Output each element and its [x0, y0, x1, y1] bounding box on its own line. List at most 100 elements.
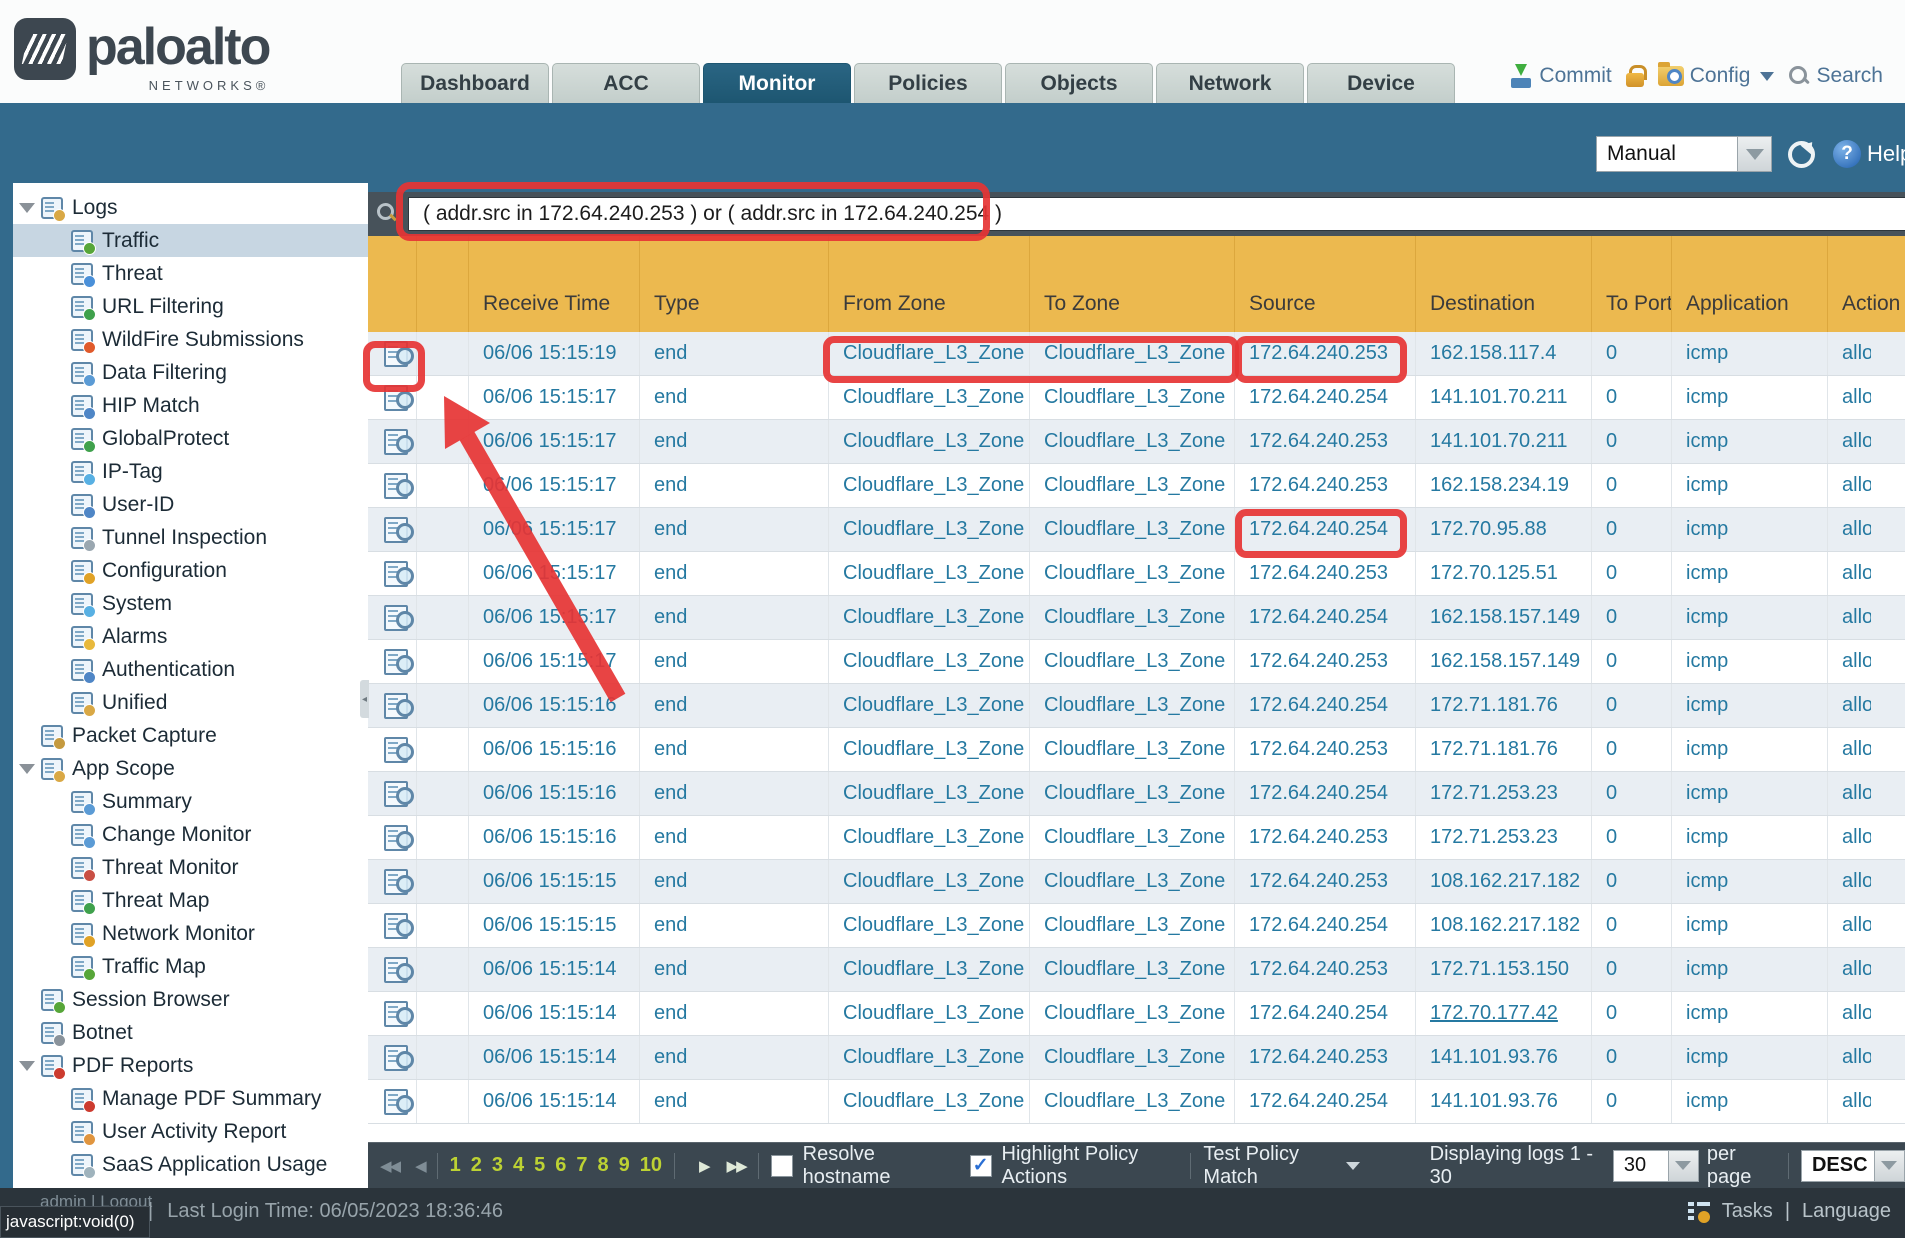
log-detail-icon[interactable] — [384, 781, 408, 807]
sidebar-item[interactable]: Network Monitor — [13, 917, 368, 950]
sidebar-item[interactable]: Unified — [13, 686, 368, 719]
sidebar-item[interactable]: Traffic Map — [13, 950, 368, 983]
resolve-hostname-option[interactable]: Resolve hostname — [771, 1143, 944, 1189]
table-row[interactable]: 06/06 15:15:17 end Cloudflare_L3_Zone Cl… — [368, 464, 1905, 508]
page-number[interactable]: 6 — [555, 1154, 566, 1177]
log-detail-icon[interactable] — [384, 605, 408, 631]
log-detail-icon[interactable] — [384, 473, 408, 499]
column-header[interactable]: From Zone — [829, 236, 1030, 332]
sidebar-item[interactable]: User Activity Report — [13, 1115, 368, 1148]
log-detail-icon[interactable] — [384, 1001, 408, 1027]
column-header[interactable]: Receive Time — [469, 236, 640, 332]
column-header[interactable]: Type — [640, 236, 829, 332]
destination-cell[interactable]: 172.71.153.150 — [1416, 948, 1592, 991]
destination-cell[interactable]: 172.71.253.23 — [1416, 772, 1592, 815]
log-detail-icon[interactable] — [384, 385, 408, 411]
log-detail-icon[interactable] — [384, 693, 408, 719]
sidebar-item[interactable]: WildFire Submissions — [13, 323, 368, 356]
search-button[interactable]: Search — [1788, 64, 1883, 88]
table-row[interactable]: 06/06 15:15:14 end Cloudflare_L3_Zone Cl… — [368, 1080, 1905, 1124]
destination-cell[interactable]: 162.158.157.149 — [1416, 640, 1592, 683]
sidebar-item[interactable]: Configuration — [13, 554, 368, 587]
log-detail-icon[interactable] — [384, 649, 408, 675]
column-header[interactable]: Application — [1672, 236, 1828, 332]
sidebar-item[interactable]: SaaS Application Usage — [13, 1148, 368, 1181]
column-header[interactable]: To Zone — [1030, 236, 1235, 332]
destination-cell[interactable]: 162.158.157.149 — [1416, 596, 1592, 639]
test-policy-match-button[interactable]: Test Policy Match — [1203, 1143, 1359, 1189]
sidebar-item[interactable]: Botnet — [13, 1016, 368, 1049]
sidebar-item[interactable]: HIP Match — [13, 389, 368, 422]
per-page-select[interactable]: 30 — [1613, 1150, 1699, 1182]
page-number[interactable]: 9 — [619, 1154, 630, 1177]
table-row[interactable]: 06/06 15:15:16 end Cloudflare_L3_Zone Cl… — [368, 684, 1905, 728]
first-page-icon[interactable]: ◀◀ — [380, 1157, 399, 1175]
prev-page-icon[interactable]: ◀ — [415, 1157, 425, 1175]
commit-button[interactable]: Commit — [1509, 64, 1611, 88]
nav-tab[interactable]: Device — [1307, 63, 1455, 103]
page-number[interactable]: 8 — [598, 1154, 609, 1177]
table-row[interactable]: 06/06 15:15:14 end Cloudflare_L3_Zone Cl… — [368, 992, 1905, 1036]
sidebar-item[interactable]: Threat Monitor — [13, 851, 368, 884]
sidebar-item[interactable]: Packet Capture — [13, 719, 368, 752]
sidebar-item[interactable]: GlobalProtect — [13, 422, 368, 455]
sort-order-select[interactable]: DESC — [1801, 1150, 1905, 1182]
destination-cell[interactable]: 172.71.181.76 — [1416, 728, 1592, 771]
help-button[interactable]: ? Help — [1833, 140, 1905, 168]
table-row[interactable]: 06/06 15:15:17 end Cloudflare_L3_Zone Cl… — [368, 376, 1905, 420]
sidebar-item[interactable]: Session Browser — [13, 983, 368, 1016]
destination-cell[interactable]: 162.158.117.4 — [1416, 332, 1592, 375]
refresh-interval-select[interactable]: Manual — [1596, 136, 1738, 172]
language-button[interactable]: Language — [1802, 1200, 1891, 1223]
tasks-button[interactable]: Tasks — [1722, 1200, 1773, 1223]
sort-order-dropdown-button[interactable] — [1875, 1150, 1905, 1182]
table-row[interactable]: 06/06 15:15:14 end Cloudflare_L3_Zone Cl… — [368, 1036, 1905, 1080]
column-header[interactable]: To Port — [1592, 236, 1672, 332]
log-detail-icon[interactable] — [384, 561, 408, 587]
page-number[interactable]: 10 — [640, 1154, 662, 1177]
log-detail-icon[interactable] — [384, 1045, 408, 1071]
tree-expand-caret-icon[interactable] — [19, 1061, 35, 1071]
table-row[interactable]: 06/06 15:15:15 end Cloudflare_L3_Zone Cl… — [368, 904, 1905, 948]
table-row[interactable]: 06/06 15:15:16 end Cloudflare_L3_Zone Cl… — [368, 772, 1905, 816]
refresh-icon[interactable] — [1788, 141, 1815, 168]
next-page-icon[interactable]: ▶ — [699, 1157, 709, 1175]
destination-cell[interactable]: 108.162.217.182 — [1416, 860, 1592, 903]
destination-cell[interactable]: 162.158.234.19 — [1416, 464, 1592, 507]
page-number[interactable]: 4 — [513, 1154, 524, 1177]
log-detail-icon[interactable] — [384, 737, 408, 763]
destination-cell[interactable]: 141.101.93.76 — [1416, 1080, 1592, 1123]
column-header[interactable]: Source — [1235, 236, 1416, 332]
sidebar-item[interactable]: Threat Map — [13, 884, 368, 917]
sidebar-item[interactable]: Traffic — [13, 224, 368, 257]
nav-tab[interactable]: Dashboard — [401, 63, 549, 103]
config-menu-button[interactable]: Config — [1658, 64, 1775, 88]
nav-tab[interactable]: ACC — [552, 63, 700, 103]
refresh-interval-dropdown-button[interactable] — [1738, 136, 1772, 172]
nav-tab[interactable]: Policies — [854, 63, 1002, 103]
sidebar-item[interactable]: Manage PDF Summary — [13, 1082, 368, 1115]
destination-cell[interactable]: 172.70.95.88 — [1416, 508, 1592, 551]
sidebar-item[interactable]: URL Filtering — [13, 290, 368, 323]
log-detail-icon[interactable] — [384, 913, 408, 939]
table-row[interactable]: 06/06 15:15:15 end Cloudflare_L3_Zone Cl… — [368, 860, 1905, 904]
log-detail-icon[interactable] — [384, 341, 408, 367]
log-detail-icon[interactable] — [384, 825, 408, 851]
nav-tab[interactable]: Network — [1156, 63, 1304, 103]
page-number[interactable]: 7 — [576, 1154, 587, 1177]
table-row[interactable]: 06/06 15:15:17 end Cloudflare_L3_Zone Cl… — [368, 596, 1905, 640]
per-page-dropdown-button[interactable] — [1669, 1150, 1699, 1182]
destination-cell[interactable]: 172.70.177.42 — [1416, 992, 1592, 1035]
sidebar-item[interactable]: User-ID — [13, 488, 368, 521]
log-detail-icon[interactable] — [384, 429, 408, 455]
table-row[interactable]: 06/06 15:15:17 end Cloudflare_L3_Zone Cl… — [368, 640, 1905, 684]
column-header[interactable]: Action — [1828, 236, 1905, 332]
sidebar-item[interactable]: System — [13, 587, 368, 620]
sidebar-item[interactable]: Summary — [13, 785, 368, 818]
column-header[interactable] — [368, 236, 417, 332]
page-number[interactable]: 3 — [492, 1154, 503, 1177]
last-page-icon[interactable]: ▶▶ — [727, 1157, 746, 1175]
destination-cell[interactable]: 172.70.125.51 — [1416, 552, 1592, 595]
column-header[interactable] — [417, 236, 469, 332]
sidebar-item[interactable]: IP-Tag — [13, 455, 368, 488]
